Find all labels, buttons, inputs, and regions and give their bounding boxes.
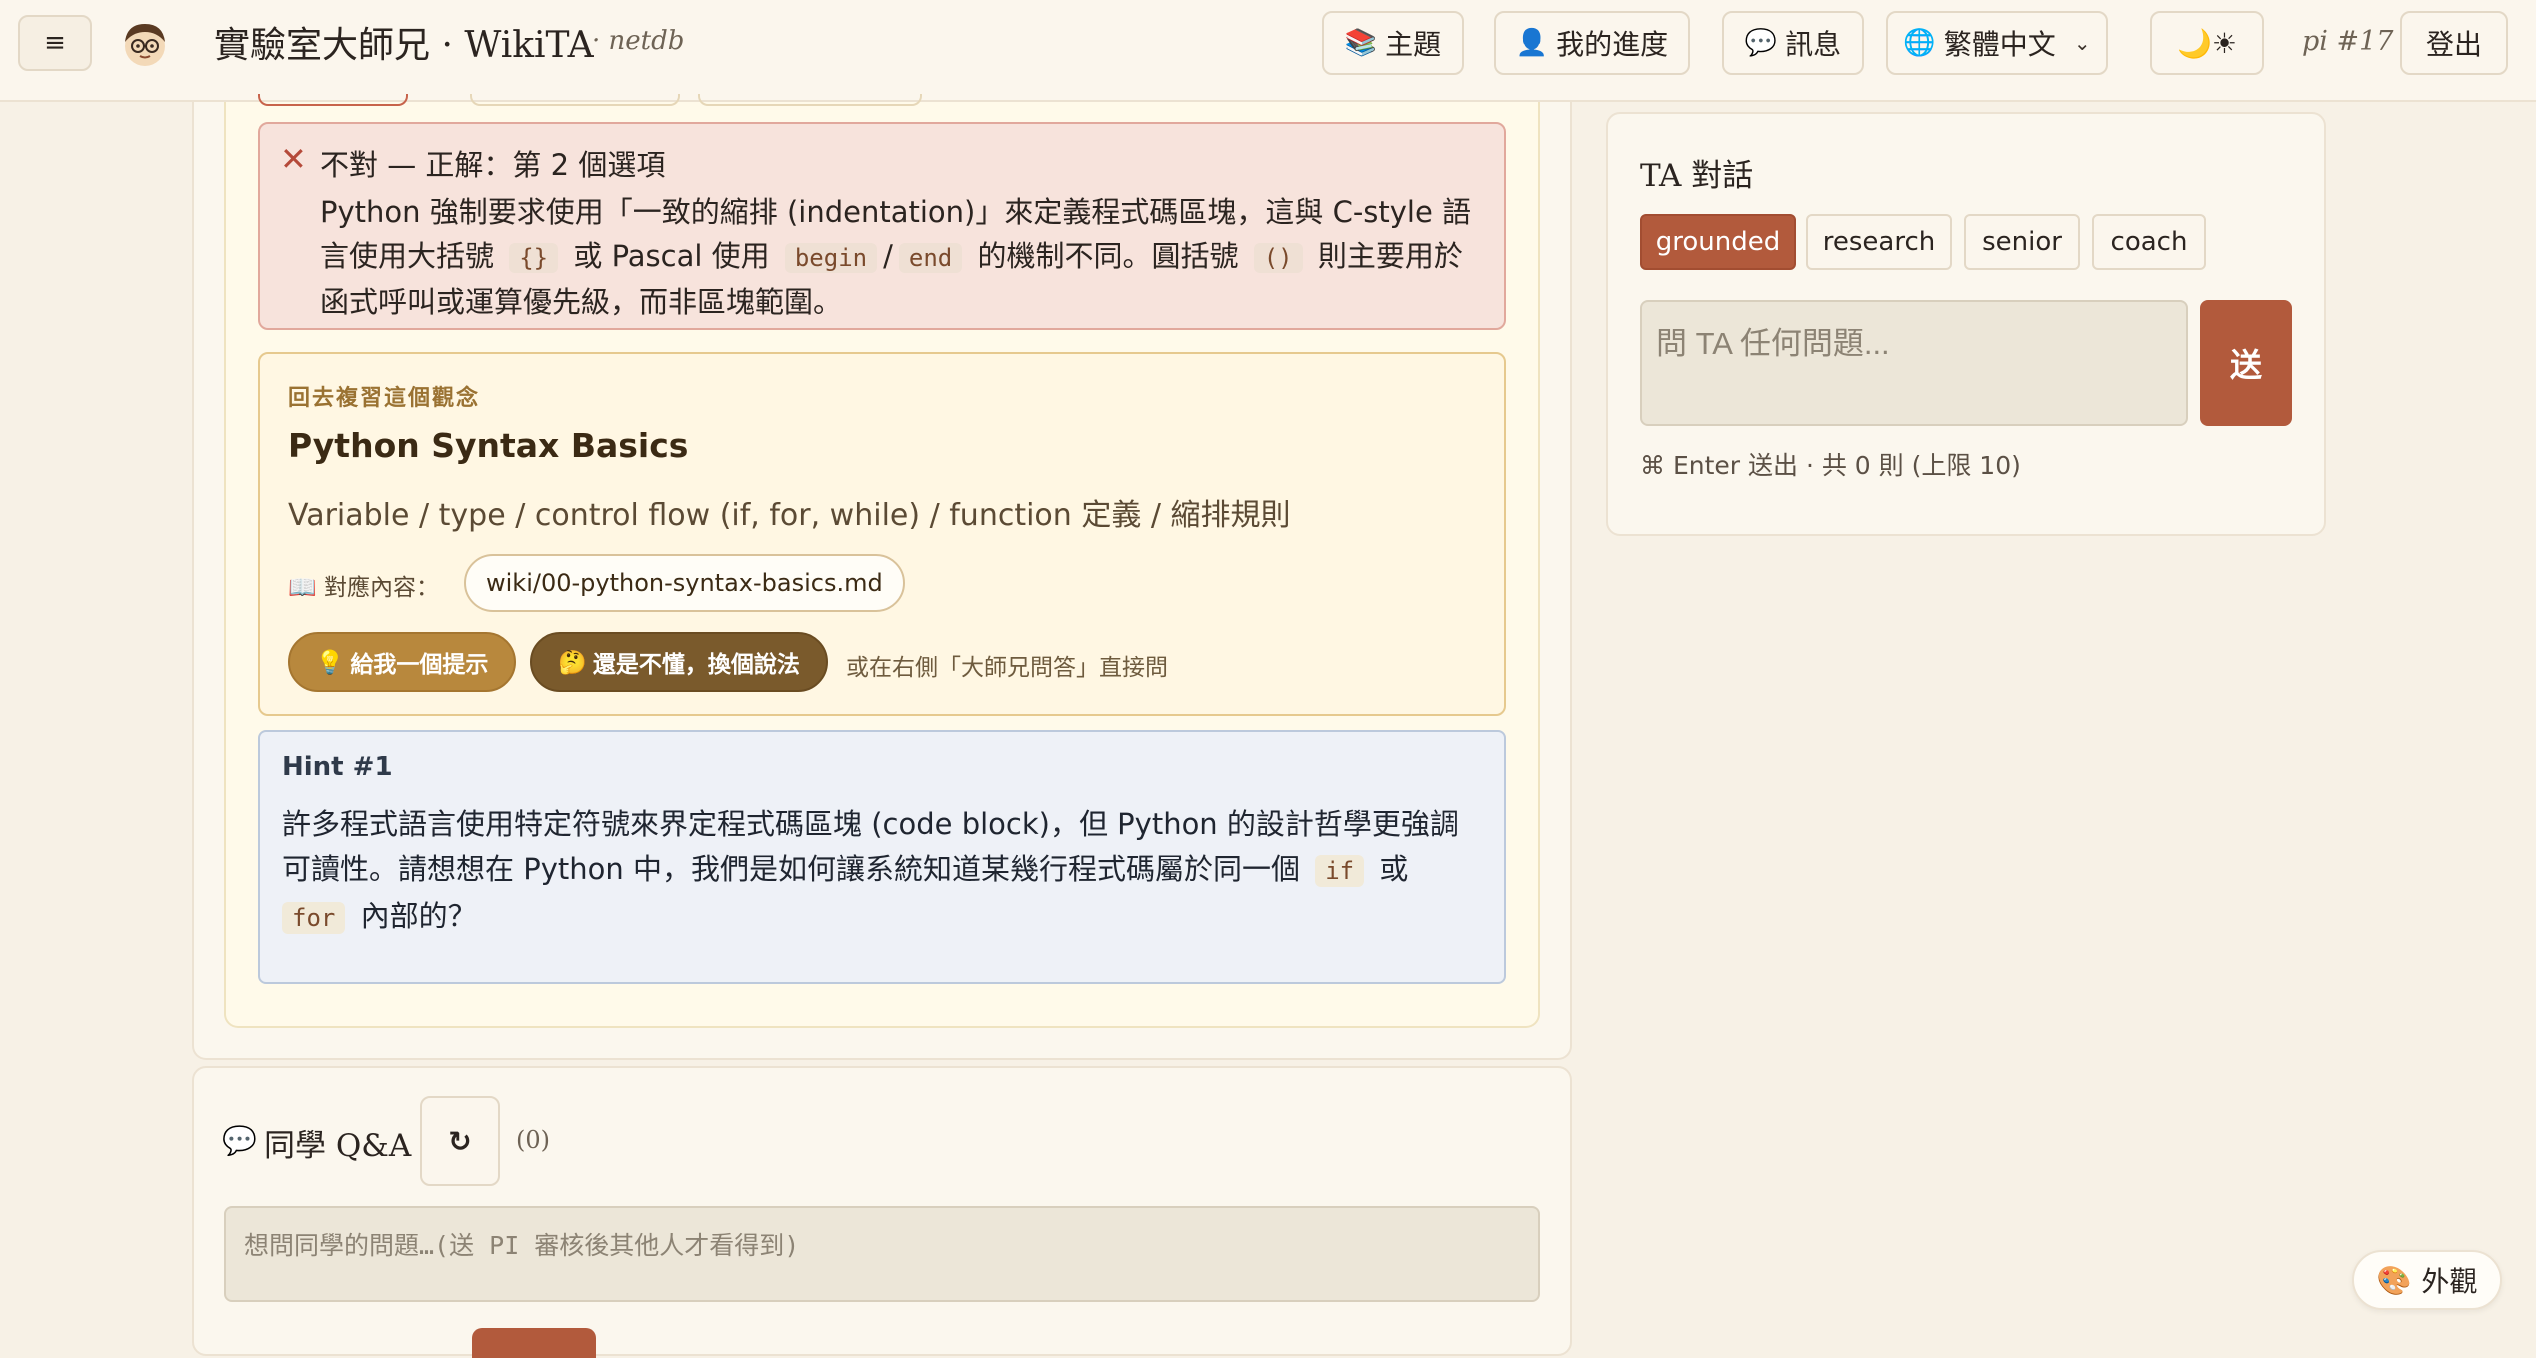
thinking-face-icon: 🤔 — [558, 649, 587, 676]
ta-question-input[interactable] — [1640, 300, 2188, 426]
app-title: 實驗室大師兄 · WikiTA — [214, 25, 594, 66]
code-begin: begin — [784, 243, 878, 273]
language-label: 繁體中文 — [1943, 28, 2056, 61]
mode-coach-button[interactable]: coach — [2092, 214, 2206, 270]
avatar — [125, 24, 165, 66]
mode-grounded-button[interactable]: grounded — [1640, 214, 1796, 270]
ask-ta-alt-text: 或在右側「大師兄問答」直接問 — [846, 655, 1168, 681]
hint-title: Hint #1 — [282, 752, 393, 782]
nav-progress-label: 我的進度 — [1556, 28, 1669, 61]
feedback-explanation: Python 強制要求使用「一致的縮排 (indentation)」來定義程式碼… — [320, 190, 1480, 324]
person-icon: 👤 — [1515, 28, 1549, 58]
palette-icon: 🎨 — [2376, 1263, 2412, 1297]
speech-bubble-icon: 💬 — [1744, 28, 1778, 58]
qa-question-input[interactable] — [224, 1206, 1540, 1302]
feedback-heading: 不對 — 正解：第 2 個選項 — [320, 148, 666, 182]
option-stub[interactable] — [470, 94, 680, 106]
review-kicker: 回去複習這個觀念 — [288, 386, 481, 411]
appearance-button[interactable]: 🎨 外觀 — [2352, 1250, 2502, 1310]
give-hint-button[interactable]: 💡 給我一個提示 — [288, 632, 516, 692]
chevron-down-icon: ⌄ — [2073, 31, 2091, 55]
concept-title: Python Syntax Basics — [288, 426, 689, 465]
app-subtitle: · netdb — [592, 26, 685, 56]
hint-body: 許多程式語言使用特定符號來界定程式碼區塊 (code block)，但 Pyth… — [282, 802, 1482, 941]
give-hint-label: 給我一個提示 — [350, 652, 489, 678]
logout-label: 登出 — [2425, 28, 2482, 61]
moon-sun-icon: 🌙☀ — [2177, 26, 2237, 60]
qa-title: 同學 Q&A — [264, 1128, 412, 1164]
rephrase-label: 還是不懂，換個說法 — [592, 652, 800, 678]
ta-send-button[interactable]: 送 — [2200, 300, 2292, 426]
mode-research-button[interactable]: research — [1806, 214, 1952, 270]
user-tag: pi #17 — [2302, 26, 2394, 57]
nav-topics-label: 主題 — [1385, 28, 1442, 61]
hint-text: 許多程式語言使用特定符號來界定程式碼區塊 (code block)，但 Pyth… — [282, 807, 1459, 886]
hint-box: Hint #1 許多程式語言使用特定符號來界定程式碼區塊 (code block… — [258, 730, 1506, 984]
code-end: end — [898, 243, 963, 273]
ta-send-hint: ⌘ Enter 送出 · 共 0 則 (上限 10) — [1640, 451, 2021, 480]
logout-button[interactable]: 登出 — [2400, 11, 2508, 75]
refresh-button[interactable]: ↻ — [420, 1096, 500, 1186]
feedback-box: ✕ 不對 — 正解：第 2 個選項 Python 強制要求使用「一致的縮排 (i… — [258, 122, 1506, 330]
books-icon: 📚 — [1344, 28, 1378, 58]
option-stub[interactable] — [258, 94, 408, 106]
hamburger-icon: ≡ — [44, 28, 66, 58]
cross-icon: ✕ — [280, 140, 307, 178]
hint-text: 或 — [1379, 852, 1409, 886]
mapped-content-text: 對應內容： — [323, 575, 439, 601]
refresh-icon: ↻ — [448, 1124, 472, 1158]
hint-text: 內部的？ — [360, 899, 477, 933]
option-stub[interactable] — [698, 94, 922, 106]
speech-bubble-icon: 💬 — [222, 1124, 257, 1157]
nav-progress-button[interactable]: 👤 我的進度 — [1494, 11, 1690, 75]
appearance-label: 外觀 — [2421, 1265, 2478, 1298]
mapped-content-label: 📖 對應內容： — [288, 568, 439, 602]
rephrase-button[interactable]: 🤔 還是不懂，換個說法 — [530, 632, 828, 692]
code-if: if — [1315, 855, 1365, 887]
nav-messages-label: 訊息 — [1785, 28, 1842, 61]
feedback-text: / — [883, 239, 893, 273]
qa-submit-button[interactable] — [472, 1328, 596, 1358]
ta-chat-title: TA 對話 — [1640, 158, 1754, 194]
concept-description: Variable / type / control flow (if, for,… — [288, 498, 1291, 533]
feedback-text: 的機制不同。圓括號 — [977, 239, 1239, 273]
qa-count: (0) — [516, 1126, 550, 1154]
globe-icon: 🌐 — [1903, 28, 1936, 58]
nav-messages-button[interactable]: 💬 訊息 — [1722, 11, 1864, 75]
theme-toggle-button[interactable]: 🌙☀ — [2150, 11, 2264, 75]
top-bar: ≡ 實驗室大師兄 · WikiTA · netdb 📚 主題 👤 我的進度 💬 … — [0, 0, 2536, 102]
language-select[interactable]: 🌐 繁體中文 ⌄ — [1886, 11, 2108, 75]
code-for: for — [282, 902, 346, 934]
wiki-link[interactable]: wiki/00-python-syntax-basics.md — [464, 554, 905, 612]
code-parens: () — [1253, 243, 1303, 273]
menu-button[interactable]: ≡ — [18, 15, 92, 71]
nav-topics-button[interactable]: 📚 主題 — [1322, 11, 1464, 75]
feedback-text: 或 Pascal 使用 — [573, 239, 770, 273]
code-braces: {} — [509, 243, 559, 273]
book-icon: 📖 — [288, 575, 317, 601]
mode-senior-button[interactable]: senior — [1964, 214, 2080, 270]
review-concept-box: 回去複習這個觀念 Python Syntax Basics Variable /… — [258, 352, 1506, 716]
lightbulb-icon: 💡 — [315, 649, 345, 676]
